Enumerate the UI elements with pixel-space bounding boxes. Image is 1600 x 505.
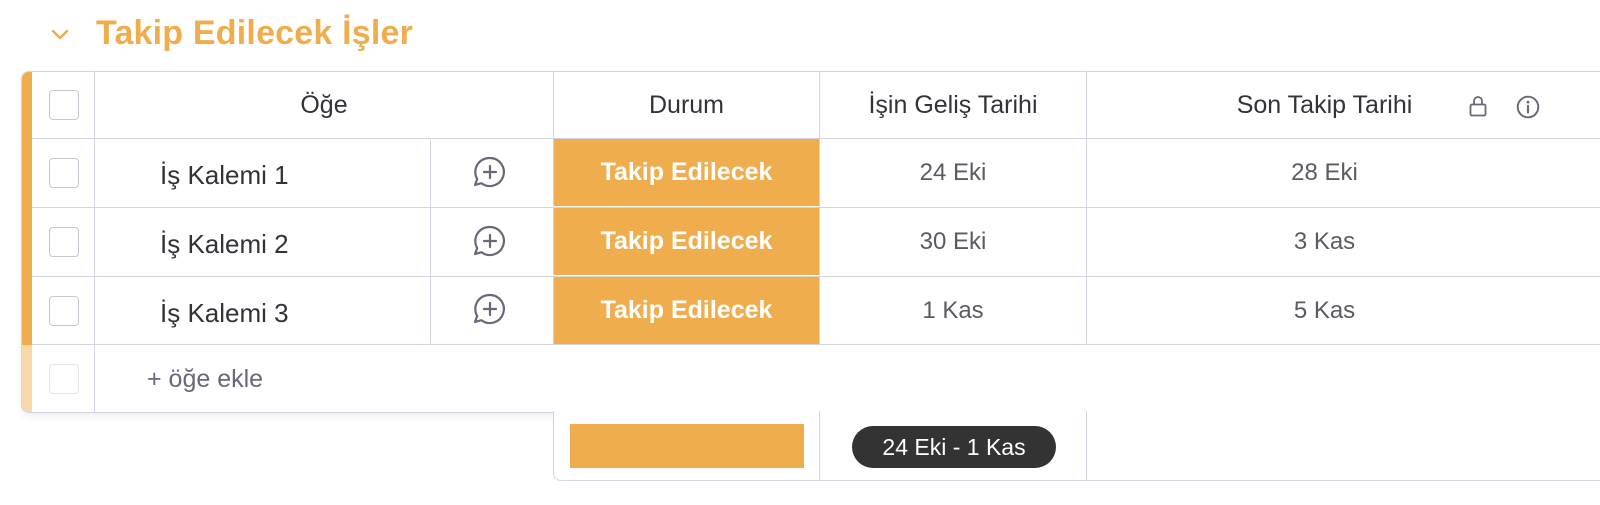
grid-line (819, 411, 820, 481)
item-name[interactable]: İş Kalemi 2 (160, 211, 289, 277)
last-followup-cell[interactable]: 3 Kas (1087, 208, 1562, 275)
add-update-icon[interactable] (470, 153, 510, 193)
arrival-date-cell[interactable]: 1 Kas (820, 277, 1086, 344)
grid-line (1086, 411, 1087, 481)
column-header-item[interactable]: Öğe (95, 72, 553, 138)
column-header-status[interactable]: Durum (554, 72, 819, 138)
add-update-icon[interactable] (470, 222, 510, 262)
item-name[interactable]: İş Kalemi 3 (160, 280, 289, 346)
lock-icon (1469, 96, 1487, 117)
row-checkbox[interactable] (49, 296, 79, 326)
item-name[interactable]: İş Kalemi 1 (160, 142, 289, 208)
status-label[interactable]: Takip Edilecek (554, 139, 819, 206)
status-summary-bar[interactable] (570, 424, 804, 468)
group-color-bar (22, 72, 32, 345)
status-label[interactable]: Takip Edilecek (554, 277, 819, 344)
arrival-date-cell[interactable]: 30 Eki (820, 208, 1086, 275)
add-item-input[interactable]: + öğe ekle (147, 345, 263, 412)
select-all-checkbox[interactable] (49, 90, 79, 120)
row-checkbox[interactable] (49, 158, 79, 188)
add-update-icon[interactable] (470, 290, 510, 330)
group-color-bar-faded (22, 345, 32, 412)
column-header-last-followup[interactable]: Son Takip Tarihi (1087, 72, 1562, 138)
group-title[interactable]: Takip Edilecek İşler (96, 8, 413, 58)
info-icon[interactable] (1515, 94, 1541, 120)
add-item-checkbox (49, 364, 79, 394)
grid-line (430, 138, 431, 344)
row-checkbox[interactable] (49, 227, 79, 257)
status-label[interactable]: Takip Edilecek (554, 208, 819, 275)
arrival-date-cell[interactable]: 24 Eki (820, 139, 1086, 206)
group-header: Takip Edilecek İşler (0, 0, 1600, 66)
chevron-down-icon[interactable] (48, 22, 72, 46)
board-table: Öğe Durum İşin Geliş Tarihi Son Takip Ta… (21, 71, 1600, 413)
last-followup-cell[interactable]: 5 Kas (1087, 277, 1562, 344)
column-header-arrival-date[interactable]: İşin Geliş Tarihi (820, 72, 1086, 138)
last-followup-cell[interactable]: 28 Eki (1087, 139, 1562, 206)
group-summary: 24 Eki - 1 Kas (553, 411, 1600, 481)
date-range-summary[interactable]: 24 Eki - 1 Kas (852, 426, 1056, 468)
